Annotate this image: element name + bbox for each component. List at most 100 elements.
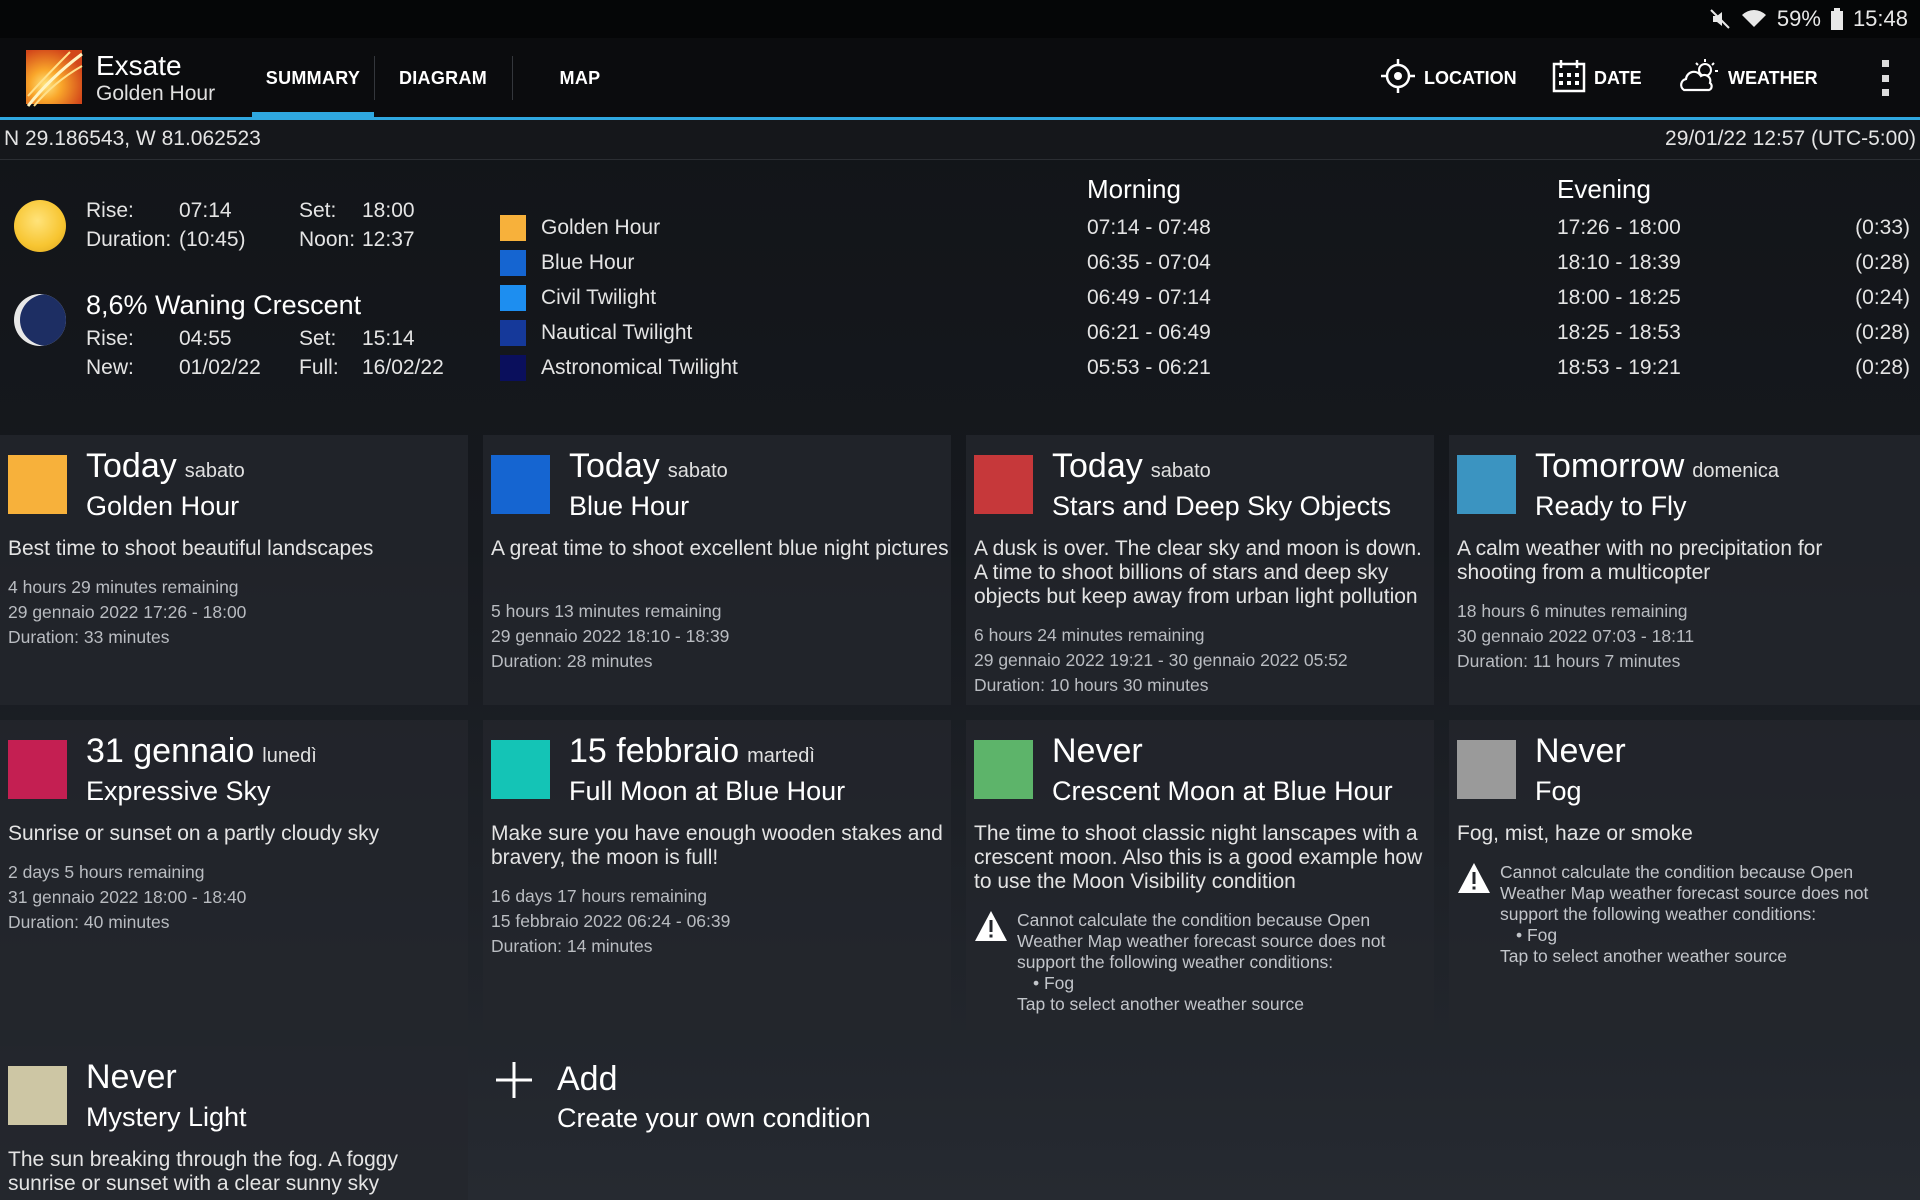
nautical-twilight-swatch <box>500 320 526 346</box>
period-name: Civil Twilight <box>541 286 657 309</box>
sun-set-value: 18:00 <box>362 199 415 222</box>
condition-duration: Duration: 14 minutes <box>491 936 653 956</box>
location-icon <box>1380 58 1416 99</box>
sun-set-label: Set: <box>299 199 337 222</box>
period-name: Blue Hour <box>541 251 635 274</box>
sun-noon-value: 12:37 <box>362 228 415 251</box>
period-duration: (0:28) <box>1855 251 1910 274</box>
clock: 15:48 <box>1852 6 1908 31</box>
weather-button[interactable]: WEATHER <box>1678 38 1818 118</box>
overflow-menu-icon[interactable] <box>1880 60 1890 96</box>
tab-summary[interactable]: SUMMARY <box>252 38 374 118</box>
condition-color-swatch <box>8 740 67 799</box>
condition-description: Make sure you have enough wooden stakes … <box>491 822 943 869</box>
condition-name: Blue Hour <box>569 491 690 521</box>
period-name: Golden Hour <box>541 216 661 239</box>
condition-remaining: 5 hours 13 minutes remaining <box>491 601 722 621</box>
warning-message: Cannot calculate the condition because O… <box>1017 910 1386 972</box>
period-duration: (0:28) <box>1855 356 1910 379</box>
condition-weekday: sabato <box>1150 460 1211 482</box>
tab-diagram[interactable]: DIAGRAM <box>376 38 510 118</box>
sun-rise-label: Rise: <box>86 199 134 222</box>
battery-icon <box>1830 8 1843 30</box>
warning-action: Tap to select another weather source <box>1500 946 1787 966</box>
condition-weekday: sabato <box>667 460 728 482</box>
condition-when: Today sabato <box>569 447 728 485</box>
condition-when: Today sabato <box>1052 447 1211 485</box>
location-label: LOCATION <box>1424 67 1517 88</box>
condition-description: A great time to shoot excellent blue nig… <box>491 537 949 560</box>
condition-color-swatch <box>8 455 67 514</box>
period-morning: 06:49 - 07:14 <box>1087 286 1211 309</box>
moon-new-value: 01/02/22 <box>179 356 261 379</box>
condition-card-golden-hour[interactable]: Today sabato Golden Hour Best time to sho… <box>0 435 468 705</box>
condition-description: The sun breaking through the fog. A fogg… <box>8 1148 398 1195</box>
moon-rise-label: Rise: <box>86 327 134 350</box>
condition-range: 15 febbraio 2022 06:24 - 06:39 <box>491 911 731 931</box>
condition-card-fog[interactable]: Never Fog Fog, mist, haze or smoke Canno… <box>1449 720 1920 1030</box>
warning-message: Cannot calculate the condition because O… <box>1500 862 1869 924</box>
condition-color-swatch <box>1457 455 1516 514</box>
app-logo-icon[interactable] <box>20 48 84 108</box>
condition-when: 31 gennaio lunedì <box>86 732 317 770</box>
period-morning: 05:53 - 06:21 <box>1087 356 1211 379</box>
app-title: Exsate <box>96 50 182 81</box>
weather-icon <box>1678 58 1720 99</box>
period-morning: 07:14 - 07:48 <box>1087 216 1211 239</box>
evening-header: Evening <box>1557 174 1651 204</box>
location-button[interactable]: LOCATION <box>1380 38 1517 118</box>
period-evening: 17:26 - 18:00 <box>1557 216 1681 239</box>
condition-remaining: 6 hours 24 minutes remaining <box>974 625 1205 645</box>
condition-range: 30 gennaio 2022 07:03 - 18:11 <box>1457 626 1695 646</box>
condition-name: Crescent Moon at Blue Hour <box>1052 776 1393 806</box>
add-title: Add <box>557 1060 618 1098</box>
blue-hour-swatch <box>500 250 526 276</box>
period-evening: 18:10 - 18:39 <box>1557 251 1681 274</box>
tab-map[interactable]: MAP <box>514 38 646 118</box>
period-morning: 06:35 - 07:04 <box>1087 251 1211 274</box>
condition-description: Fog, mist, haze or smoke <box>1457 822 1693 845</box>
calendar-icon <box>1552 59 1586 98</box>
app-subtitle: Golden Hour <box>96 82 216 105</box>
condition-card-expressive-sky[interactable]: 31 gennaio lunedì Expressive Sky Sunrise … <box>0 720 468 1030</box>
period-evening: 18:00 - 18:25 <box>1557 286 1681 309</box>
warning-icon <box>974 910 1008 942</box>
warning-bullet: • Fog <box>1516 925 1558 945</box>
date-time: 29/01/22 12:57 (UTC-5:00) <box>1665 127 1916 150</box>
condition-color-swatch <box>1457 740 1516 799</box>
date-button[interactable]: DATE <box>1552 38 1642 118</box>
location-bar[interactable]: N 29.186543, W 81.062523 29/01/22 12:57 … <box>0 120 1920 160</box>
warning-text: Cannot calculate the condition because O… <box>1500 862 1900 967</box>
condition-name: Golden Hour <box>86 491 240 521</box>
period-morning: 06:21 - 06:49 <box>1087 321 1211 344</box>
moon-phase: 8,6% Waning Crescent <box>86 290 362 320</box>
condition-color-swatch <box>8 1066 67 1125</box>
tab-separator <box>374 56 375 100</box>
condition-card-blue-hour[interactable]: Today sabato Blue Hour A great time to sh… <box>483 435 951 705</box>
moon-full-value: 16/02/22 <box>362 356 444 379</box>
condition-name: Stars and Deep Sky Objects <box>1052 491 1392 521</box>
condition-card-full-moon[interactable]: 15 febbraio martedì Full Moon at Blue Hou… <box>483 720 951 1030</box>
condition-card-crescent-moon[interactable]: Never Crescent Moon at Blue Hour The tim… <box>966 720 1434 1030</box>
battery-percent: 59% <box>1776 6 1821 31</box>
condition-card-stars[interactable]: Today sabato Stars and Deep Sky Objects A… <box>966 435 1434 705</box>
sun-noon-label: Noon: <box>299 228 356 251</box>
condition-weekday: martedì <box>747 745 815 767</box>
condition-card-ready-to-fly[interactable]: Tomorrow domenica Ready to Fly A calm wea… <box>1449 435 1920 705</box>
condition-duration: Duration: 11 hours 7 minutes <box>1457 651 1681 671</box>
condition-remaining: 2 days 5 hours remaining <box>8 862 205 882</box>
warning-text: Cannot calculate the condition because O… <box>1017 910 1437 1015</box>
sun-duration-label: Duration: <box>86 228 172 251</box>
civil-twilight-swatch <box>500 285 526 311</box>
condition-duration: Duration: 33 minutes <box>8 627 170 647</box>
condition-when: Never <box>86 1058 177 1096</box>
condition-card-mystery-light[interactable]: Never Mystery Light The sun breaking thr… <box>0 1046 468 1200</box>
condition-name: Expressive Sky <box>86 776 271 806</box>
condition-duration: Duration: 40 minutes <box>8 912 170 932</box>
condition-when: Tomorrow domenica <box>1535 447 1779 485</box>
period-evening: 18:25 - 18:53 <box>1557 321 1681 344</box>
condition-weekday: lunedì <box>262 745 317 767</box>
condition-name: Full Moon at Blue Hour <box>569 776 846 806</box>
condition-name: Ready to Fly <box>1535 491 1687 521</box>
condition-when: Today sabato <box>86 447 245 485</box>
